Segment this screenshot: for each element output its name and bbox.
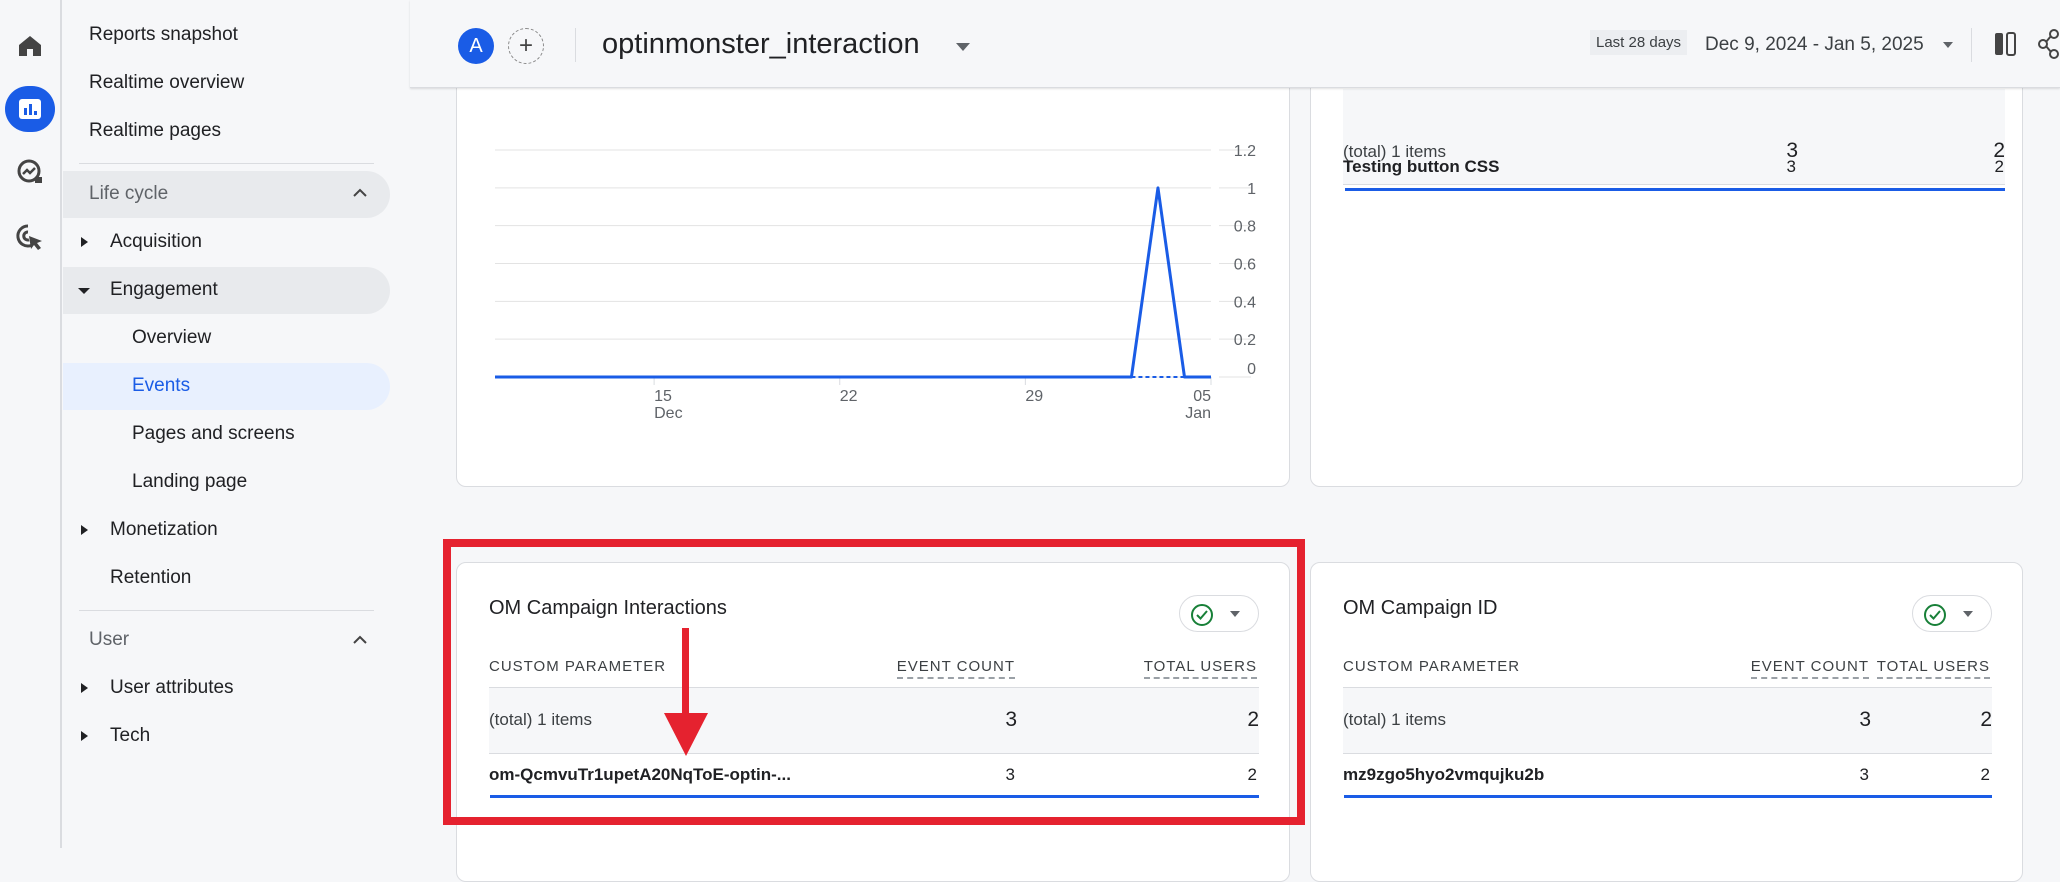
y-tick-label: 0.8 <box>1234 219 1256 236</box>
lifecycle-label: Life cycle <box>89 183 168 205</box>
nav-engagement[interactable]: Engagement <box>63 267 390 314</box>
nav-retention[interactable]: Retention <box>110 567 191 589</box>
row-total-users: 2 <box>1995 157 2004 177</box>
x-tick-label: 05 <box>1193 388 1211 405</box>
header-total-users[interactable]: TOTAL USERS <box>1877 658 1990 679</box>
divider <box>79 163 374 164</box>
card-options-button[interactable] <box>1912 595 1992 632</box>
total-row: (total) 1 items 3 2 <box>1343 687 1992 754</box>
x-tick-month: Jan <box>1185 405 1211 422</box>
collapse-arrow-icon <box>78 288 90 294</box>
expand-arrow-icon[interactable] <box>81 525 88 535</box>
top-right-table-card: (total) 1 items 3 2 Testing button CSS 3… <box>1310 40 2023 487</box>
date-dropdown-icon[interactable] <box>1943 42 1953 48</box>
x-tick-label: 29 <box>1025 388 1043 405</box>
nav-landing-page[interactable]: Landing page <box>132 471 247 493</box>
chevron-up-icon[interactable] <box>351 634 369 646</box>
chevron-up-icon <box>351 187 369 199</box>
row-label[interactable]: mz9zgo5hyo2vmqujku2b <box>1343 765 1544 785</box>
expand-arrow-icon[interactable] <box>81 731 88 741</box>
user-section-header[interactable]: User <box>89 629 129 651</box>
nav-monetization[interactable]: Monetization <box>110 519 218 541</box>
event-count-series-line <box>495 188 1211 377</box>
total-label: (total) 1 items <box>1343 710 1446 730</box>
nav-overview[interactable]: Overview <box>132 327 211 349</box>
row-event-count: 3 <box>1860 765 1869 785</box>
highlight-box <box>443 539 1305 825</box>
explore-icon[interactable] <box>5 152 55 192</box>
report-title: optinmonster_interaction <box>602 28 920 61</box>
nav-engagement-label: Engagement <box>110 279 218 301</box>
nav-tech[interactable]: Tech <box>110 725 150 747</box>
divider <box>575 28 576 62</box>
y-tick-label: 1.2 <box>1234 143 1256 160</box>
x-tick-label: 15 <box>654 388 672 405</box>
custom-parameter-card: OM Campaign ID CUSTOM PARAMETER EVENT CO… <box>1310 562 2023 882</box>
compare-icon[interactable] <box>1992 30 2018 58</box>
nav-events[interactable]: Events <box>63 363 390 410</box>
header-custom-parameter[interactable]: CUSTOM PARAMETER <box>1343 658 1520 675</box>
add-comparison-button[interactable]: + <box>508 28 544 64</box>
x-tick-label: 22 <box>840 388 858 405</box>
dropdown-arrow-icon <box>1963 611 1973 617</box>
comparison-avatar[interactable]: A <box>458 28 494 64</box>
expand-arrow-icon[interactable] <box>81 237 88 247</box>
y-tick-label: 1 <box>1247 181 1256 198</box>
nav-realtime-pages[interactable]: Realtime pages <box>89 120 221 142</box>
header-event-count[interactable]: EVENT COUNT <box>1751 658 1869 679</box>
nav-pages-and-screens[interactable]: Pages and screens <box>132 423 295 445</box>
report-navigation: Reports snapshot Realtime overview Realt… <box>63 0 408 848</box>
total-event-count: 3 <box>1859 708 1871 732</box>
title-dropdown-icon[interactable] <box>956 43 970 51</box>
nav-realtime-overview[interactable]: Realtime overview <box>89 72 244 94</box>
report-header: A + optinmonster_interaction Last 28 day… <box>410 0 2060 88</box>
left-rail <box>0 0 62 848</box>
date-range-chip[interactable]: Last 28 days <box>1590 30 1687 55</box>
home-icon[interactable] <box>5 26 55 66</box>
share-icon[interactable] <box>2038 28 2060 60</box>
date-range-text[interactable]: Dec 9, 2024 - Jan 5, 2025 <box>1705 34 1924 56</box>
check-circle-icon <box>1923 603 1947 627</box>
y-tick-label: 0.4 <box>1234 294 1256 311</box>
row-label[interactable]: Testing button CSS <box>1343 157 1499 177</box>
divider <box>79 610 374 611</box>
advertising-icon[interactable] <box>5 218 55 258</box>
nav-user-attributes[interactable]: User attributes <box>110 677 234 699</box>
row-event-count: 3 <box>1787 157 1796 177</box>
reports-icon[interactable] <box>5 86 55 132</box>
red-arrow-annotation <box>660 628 712 758</box>
divider <box>1971 28 1972 62</box>
nav-reports-snapshot[interactable]: Reports snapshot <box>89 24 238 46</box>
row-bar <box>1345 188 2005 191</box>
y-tick-label: 0.2 <box>1234 332 1256 349</box>
row-total-users: 2 <box>1981 765 1990 785</box>
total-users: 2 <box>1980 708 1992 732</box>
y-tick-label: 0.6 <box>1234 257 1256 274</box>
nav-events-label: Events <box>132 375 190 397</box>
lifecycle-section-header[interactable]: Life cycle <box>63 171 390 218</box>
nav-acquisition[interactable]: Acquisition <box>110 231 202 253</box>
x-tick-month: Dec <box>654 405 682 422</box>
row-bar <box>1344 795 1992 798</box>
events-line-chart: 1.2 1 0.8 0.6 0.4 0.2 0 15Dec 22 29 05Jan <box>456 88 1290 488</box>
y-tick-label: 0 <box>1247 361 1256 378</box>
card-title: OM Campaign ID <box>1343 597 1498 620</box>
expand-arrow-icon[interactable] <box>81 683 88 693</box>
